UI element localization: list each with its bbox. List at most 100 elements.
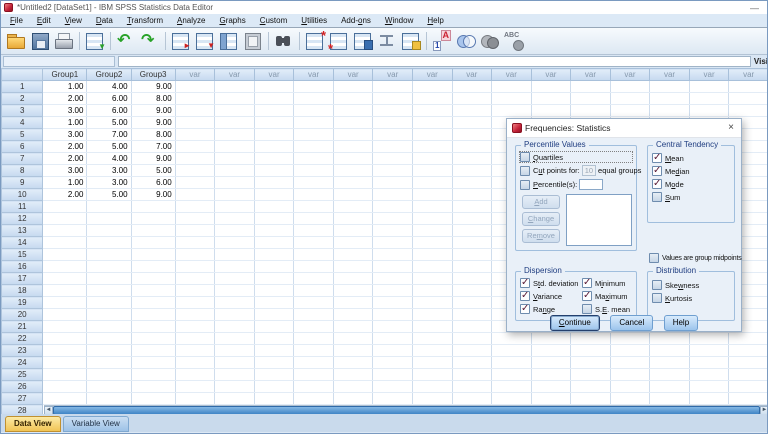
empty-cell[interactable] bbox=[293, 104, 334, 117]
empty-cell[interactable] bbox=[649, 92, 690, 105]
empty-cell[interactable] bbox=[412, 392, 453, 405]
empty-cell[interactable] bbox=[491, 80, 532, 93]
empty-cell[interactable] bbox=[491, 356, 532, 369]
empty-cell[interactable] bbox=[214, 392, 255, 405]
tab-data-view[interactable]: Data View bbox=[5, 416, 61, 432]
row-header[interactable]: 8 bbox=[1, 164, 44, 177]
menu-view[interactable]: View bbox=[60, 15, 91, 26]
median-checkbox-box[interactable] bbox=[652, 165, 662, 176]
empty-cell[interactable] bbox=[254, 80, 295, 93]
empty-cell[interactable] bbox=[293, 356, 334, 369]
empty-cell[interactable] bbox=[649, 80, 690, 93]
empty-cell[interactable] bbox=[293, 380, 334, 393]
empty-cell[interactable] bbox=[491, 332, 532, 345]
empty-cell[interactable] bbox=[372, 224, 413, 237]
empty-cell[interactable] bbox=[293, 392, 334, 405]
var-column-header[interactable]: var bbox=[688, 68, 730, 81]
empty-cell[interactable] bbox=[531, 368, 572, 381]
empty-cell[interactable] bbox=[610, 368, 651, 381]
empty-cell[interactable] bbox=[689, 80, 730, 93]
empty-cell[interactable] bbox=[372, 332, 413, 345]
empty-cell[interactable] bbox=[175, 212, 216, 225]
data-cell[interactable] bbox=[131, 392, 176, 405]
empty-cell[interactable] bbox=[175, 200, 216, 213]
empty-cell[interactable] bbox=[372, 80, 413, 93]
percentiles-checkbox-box[interactable] bbox=[520, 179, 530, 190]
empty-cell[interactable] bbox=[293, 212, 334, 225]
empty-cell[interactable] bbox=[214, 200, 255, 213]
empty-cell[interactable] bbox=[452, 188, 493, 201]
empty-cell[interactable] bbox=[175, 308, 216, 321]
empty-cell[interactable] bbox=[452, 248, 493, 261]
empty-cell[interactable] bbox=[531, 356, 572, 369]
horizontal-scrollbar[interactable]: ◄ ► bbox=[44, 405, 767, 415]
data-cell[interactable] bbox=[131, 236, 176, 249]
empty-cell[interactable] bbox=[254, 296, 295, 309]
empty-cell[interactable] bbox=[452, 272, 493, 285]
row-header[interactable]: 3 bbox=[1, 104, 44, 117]
empty-cell[interactable] bbox=[689, 392, 730, 405]
row-header[interactable]: 17 bbox=[1, 272, 44, 285]
empty-cell[interactable] bbox=[452, 368, 493, 381]
empty-cell[interactable] bbox=[649, 380, 690, 393]
row-header[interactable]: 25 bbox=[1, 368, 44, 381]
empty-cell[interactable] bbox=[254, 344, 295, 357]
empty-cell[interactable] bbox=[254, 368, 295, 381]
empty-cell[interactable] bbox=[728, 380, 767, 393]
empty-cell[interactable] bbox=[333, 284, 374, 297]
empty-cell[interactable] bbox=[372, 380, 413, 393]
menu-help[interactable]: Help bbox=[422, 15, 452, 26]
data-cell[interactable] bbox=[86, 236, 132, 249]
empty-cell[interactable] bbox=[649, 344, 690, 357]
insert-variable-icon[interactable] bbox=[328, 30, 350, 56]
data-cell[interactable] bbox=[86, 380, 132, 393]
menu-addons[interactable]: Add-ons bbox=[336, 15, 380, 26]
empty-cell[interactable] bbox=[333, 272, 374, 285]
minimum-checkbox[interactable]: Minimum bbox=[582, 277, 634, 288]
empty-cell[interactable] bbox=[254, 128, 295, 141]
empty-cell[interactable] bbox=[214, 236, 255, 249]
empty-cell[interactable] bbox=[610, 392, 651, 405]
empty-cell[interactable] bbox=[372, 272, 413, 285]
data-cell[interactable] bbox=[86, 308, 132, 321]
empty-cell[interactable] bbox=[254, 260, 295, 273]
dialog-close-icon[interactable]: × bbox=[728, 123, 734, 133]
data-cell[interactable]: 9.00 bbox=[131, 116, 176, 129]
empty-cell[interactable] bbox=[214, 188, 255, 201]
data-cell[interactable]: 2.00 bbox=[42, 92, 88, 105]
empty-cell[interactable] bbox=[372, 344, 413, 357]
empty-cell[interactable] bbox=[649, 332, 690, 345]
empty-cell[interactable] bbox=[452, 92, 493, 105]
empty-cell[interactable] bbox=[531, 332, 572, 345]
data-cell[interactable]: 7.00 bbox=[131, 140, 176, 153]
data-cell[interactable] bbox=[42, 368, 88, 381]
row-header[interactable]: 7 bbox=[1, 152, 44, 165]
data-cell[interactable] bbox=[131, 308, 176, 321]
values-group-midpoints-checkbox[interactable]: Values are group midpoints bbox=[649, 253, 742, 263]
data-cell[interactable] bbox=[42, 248, 88, 261]
empty-cell[interactable] bbox=[293, 236, 334, 249]
empty-cell[interactable] bbox=[293, 188, 334, 201]
empty-cell[interactable] bbox=[531, 104, 572, 117]
empty-cell[interactable] bbox=[175, 92, 216, 105]
row-header[interactable]: 9 bbox=[1, 176, 44, 189]
skewness-checkbox[interactable]: Skewness bbox=[652, 280, 734, 290]
empty-cell[interactable] bbox=[214, 104, 255, 117]
empty-cell[interactable] bbox=[333, 224, 374, 237]
empty-cell[interactable] bbox=[372, 284, 413, 297]
empty-cell[interactable] bbox=[452, 128, 493, 141]
row-header[interactable]: 5 bbox=[1, 128, 44, 141]
var-column-header[interactable]: var bbox=[253, 68, 295, 81]
cancel-button[interactable]: Cancel bbox=[610, 315, 654, 331]
empty-cell[interactable] bbox=[372, 248, 413, 261]
empty-cell[interactable] bbox=[452, 320, 493, 333]
split-file-icon[interactable] bbox=[352, 30, 374, 52]
row-header[interactable]: 18 bbox=[1, 284, 44, 297]
empty-cell[interactable] bbox=[570, 92, 611, 105]
empty-cell[interactable] bbox=[689, 356, 730, 369]
var-column-header[interactable]: var bbox=[411, 68, 453, 81]
menu-edit[interactable]: Edit bbox=[32, 15, 60, 26]
empty-cell[interactable] bbox=[412, 92, 453, 105]
empty-cell[interactable] bbox=[214, 308, 255, 321]
empty-cell[interactable] bbox=[254, 272, 295, 285]
